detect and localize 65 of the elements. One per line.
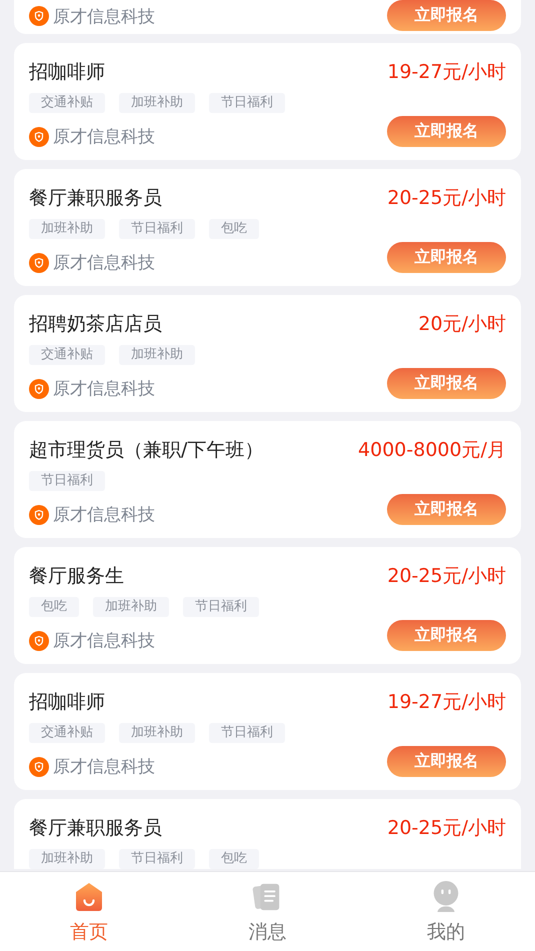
company-logo-icon [29,6,49,26]
company-logo-icon [29,756,49,776]
salary: 20-25元/小时 [387,564,506,589]
tag: 加班补助 [119,345,195,365]
job-card[interactable]: 原才信息科技 立即报名 [14,0,521,34]
tag: 加班补助 [29,219,105,239]
salary: 19-27元/小时 [387,690,506,715]
tag: 加班补助 [119,93,195,113]
job-title: 餐厅兼职服务员 [29,186,162,211]
tag: 包吃 [29,597,79,617]
tab[interactable]: 消息 [178,872,357,951]
company-name: 原才信息科技 [53,126,155,148]
tag: 加班补助 [93,597,169,617]
tag: 节日福利 [29,471,105,491]
tag: 交通补贴 [29,345,105,365]
tag: 加班补助 [119,723,195,743]
apply-button[interactable]: 立即报名 [387,116,506,147]
tag: 节日福利 [183,597,259,617]
company-logo-icon [29,504,49,524]
salary: 20-25元/小时 [387,186,506,211]
tag: 交通补贴 [29,723,105,743]
apply-button[interactable]: 立即报名 [387,242,506,273]
job-card[interactable]: 招聘奶茶店店员 20元/小时 交通补贴 加班补助 原才信息科技 立即报名 [14,295,521,412]
job-card[interactable]: 餐厅服务生 20-25元/小时 包吃 加班补助 节日福利 原才信息科技 立即报名 [14,547,521,664]
apply-button[interactable]: 立即报名 [387,368,506,399]
tag: 包吃 [209,219,259,239]
company-logo-icon [29,252,49,272]
salary: 20元/小时 [418,312,506,337]
tag: 节日福利 [209,723,285,743]
company-name: 原才信息科技 [53,504,155,526]
company-name: 原才信息科技 [53,756,155,778]
salary: 20-25元/小时 [387,816,506,841]
job-title: 招咖啡师 [29,690,105,715]
salary: 4000-8000元/月 [358,438,506,463]
tag: 包吃 [209,849,259,869]
job-card[interactable]: 餐厅兼职服务员 20-25元/小时 加班补助 节日福利 包吃 原才信息科技 立即报名 [14,169,521,286]
job-card[interactable]: 招咖啡师 19-27元/小时 交通补贴 加班补助 节日福利 原才信息科技 立即报名 [14,43,521,160]
tab[interactable]: 首页 [0,872,178,951]
job-title: 招咖啡师 [29,60,105,85]
job-title: 餐厅兼职服务员 [29,816,162,841]
job-title: 招聘奶茶店店员 [29,312,162,337]
apply-button[interactable]: 立即报名 [387,0,506,31]
tag: 加班补助 [29,849,105,869]
tag: 节日福利 [209,93,285,113]
company-logo-icon [29,378,49,398]
job-card[interactable]: 餐厅兼职服务员 20-25元/小时 加班补助 节日福利 包吃 [14,799,521,869]
job-title: 餐厅服务生 [29,564,124,589]
tag: 节日福利 [119,219,195,239]
job-title: 超市理货员（兼职/下午班） [29,438,264,463]
home-icon [74,881,104,913]
apply-button[interactable]: 立即报名 [387,494,506,525]
company-logo-icon [29,630,49,650]
apply-button[interactable]: 立即报名 [387,746,506,777]
company-name: 原才信息科技 [53,378,155,400]
job-card[interactable]: 超市理货员（兼职/下午班） 4000-8000元/月 节日福利 原才信息科技 立即报名 [14,421,521,538]
tag: 交通补贴 [29,93,105,113]
company-name: 原才信息科技 [53,630,155,652]
tab[interactable]: 我的 [356,872,535,951]
company-logo-icon [29,126,49,146]
tag: 节日福利 [119,849,195,869]
salary: 19-27元/小时 [387,60,506,85]
apply-button[interactable]: 立即报名 [387,620,506,651]
company-name: 原才信息科技 [53,6,155,28]
company-name: 原才信息科技 [53,252,155,274]
job-card[interactable]: 招咖啡师 19-27元/小时 交通补贴 加班补助 节日福利 原才信息科技 立即报名 [14,673,521,790]
